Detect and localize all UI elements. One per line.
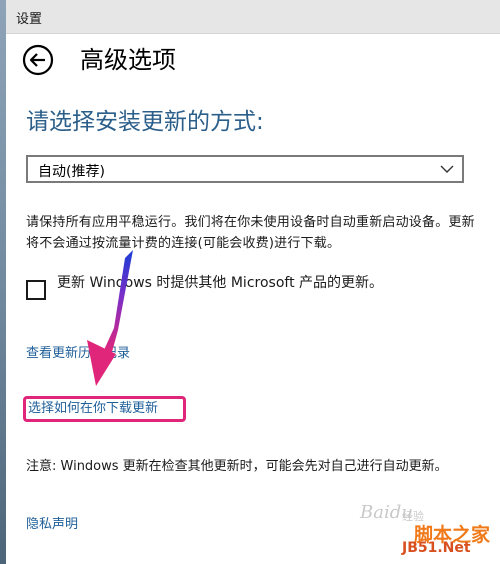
chevron-down-icon xyxy=(440,165,454,173)
back-arrow-circle-icon xyxy=(22,44,54,76)
back-button[interactable] xyxy=(22,44,54,76)
choose-delivery-link[interactable]: 选择如何在你下载更新 xyxy=(23,396,186,422)
dropdown-selected-value: 自动(推荐) xyxy=(38,164,105,180)
install-description: 请保持所有应用平稳运行。我们将在你未使用设备时自动重新启动设备。更新将不会通过按… xyxy=(26,215,475,251)
windows-update-note: 注意: Windows 更新在检查其他更新时，可能会先对自己进行自动更新。 xyxy=(26,459,448,474)
window-title: 设置 xyxy=(16,12,43,27)
other-products-checkbox[interactable] xyxy=(26,280,46,300)
title-bar: 设置 xyxy=(6,0,500,34)
page: 设置 高级选项 请选择安装更新的方式: 自动(推荐) 请保持所有应用平稳运行。我… xyxy=(0,0,500,564)
other-products-label: 更新 Windows 时提供其他 Microsoft 产品的更新。 xyxy=(57,275,384,291)
privacy-statement-link[interactable]: 隐私声明 xyxy=(26,515,78,535)
choose-delivery-link-text: 选择如何在你下载更新 xyxy=(28,401,159,416)
view-update-history-link[interactable]: 查看更新历史记录 xyxy=(26,344,130,364)
page-title: 高级选项 xyxy=(80,46,176,74)
settings-window: 设置 高级选项 请选择安装更新的方式: 自动(推荐) 请保持所有应用平稳运行。我… xyxy=(6,0,500,564)
install-method-heading: 请选择安装更新的方式: xyxy=(26,109,264,135)
install-method-dropdown[interactable]: 自动(推荐) xyxy=(26,155,464,183)
